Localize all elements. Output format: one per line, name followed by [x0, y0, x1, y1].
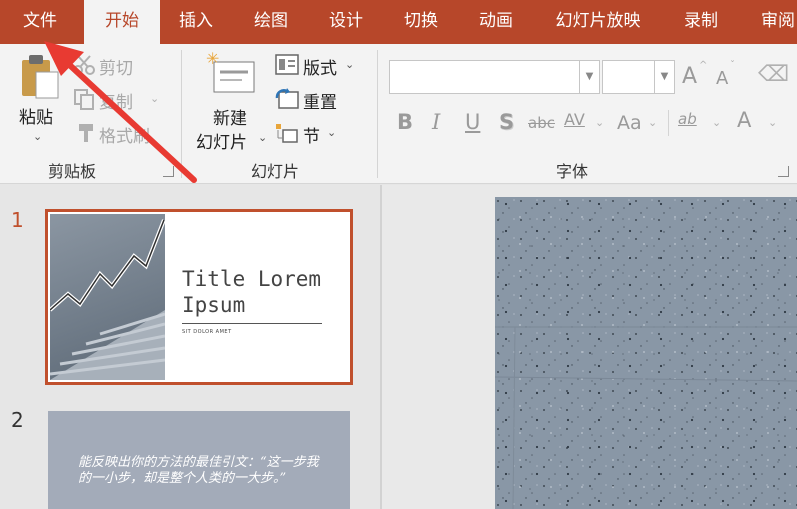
powerpoint-window: 文件 开始 插入 绘图 设计 切换 动画 幻灯片放映 录制 审阅 粘贴 ⌄ 剪切…	[0, 0, 797, 509]
annotation-arrow	[44, 41, 197, 183]
